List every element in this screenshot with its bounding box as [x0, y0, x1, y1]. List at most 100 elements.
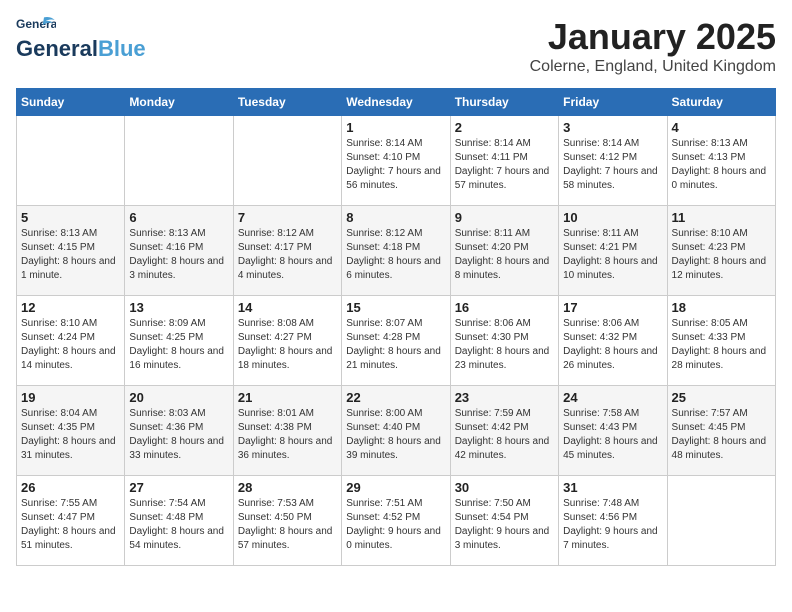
day-number: 4	[672, 120, 771, 135]
day-number: 27	[129, 480, 228, 495]
calendar-cell: 6Sunrise: 8:13 AM Sunset: 4:16 PM Daylig…	[125, 206, 233, 296]
day-number: 16	[455, 300, 554, 315]
calendar-cell	[17, 116, 125, 206]
day-number: 18	[672, 300, 771, 315]
weekday-header: Sunday	[17, 89, 125, 116]
weekday-header: Thursday	[450, 89, 558, 116]
logo: General General Blue	[16, 16, 146, 62]
day-info: Sunrise: 8:09 AM Sunset: 4:25 PM Dayligh…	[129, 317, 228, 373]
day-info: Sunrise: 8:10 AM Sunset: 4:23 PM Dayligh…	[672, 227, 771, 283]
day-number: 14	[238, 300, 337, 315]
calendar-cell: 24 Sunrise: 7:58 AM Sunset: 4:43 PM Dayli…	[559, 386, 667, 476]
day-info: Sunrise: 8:14 AM Sunset: 4:11 PM Dayligh…	[455, 137, 554, 193]
day-info: Sunrise: 8:06 AM Sunset: 4:32 PM Dayligh…	[563, 317, 662, 373]
day-number: 17	[563, 300, 662, 315]
calendar-cell: 26 Sunrise: 7:55 AM Sunset: 4:47 PM Dayli…	[17, 476, 125, 566]
title-block: January 2025 Colerne, England, United Ki…	[530, 16, 776, 76]
calendar-cell: 16 Sunrise: 8:06 AM Sunset: 4:30 PM Dayli…	[450, 296, 558, 386]
day-info: Sunrise: 7:55 AM Sunset: 4:47 PM Dayligh…	[21, 497, 120, 553]
day-info: Sunrise: 7:53 AM Sunset: 4:50 PM Dayligh…	[238, 497, 337, 553]
day-info: Sunrise: 7:57 AM Sunset: 4:45 PM Dayligh…	[672, 407, 771, 463]
day-number: 1	[346, 120, 445, 135]
calendar-table: SundayMondayTuesdayWednesdayThursdayFrid…	[16, 88, 776, 566]
day-info: Sunrise: 8:03 AM Sunset: 4:36 PM Dayligh…	[129, 407, 228, 463]
day-info: Sunrise: 7:59 AM Sunset: 4:42 PM Dayligh…	[455, 407, 554, 463]
weekday-header: Monday	[125, 89, 233, 116]
day-number: 8	[346, 210, 445, 225]
day-info: Sunrise: 8:04 AM Sunset: 4:35 PM Dayligh…	[21, 407, 120, 463]
day-number: 13	[129, 300, 228, 315]
day-number: 7	[238, 210, 337, 225]
calendar-cell: 12Sunrise: 8:10 AM Sunset: 4:24 PM Dayli…	[17, 296, 125, 386]
day-number: 25	[672, 390, 771, 405]
day-number: 24	[563, 390, 662, 405]
calendar-cell: 22 Sunrise: 8:00 AM Sunset: 4:40 PM Dayli…	[342, 386, 450, 476]
day-info: Sunrise: 8:10 AM Sunset: 4:24 PM Dayligh…	[21, 317, 120, 373]
logo-general: General	[16, 36, 98, 62]
day-info: Sunrise: 8:06 AM Sunset: 4:30 PM Dayligh…	[455, 317, 554, 373]
day-number: 26	[21, 480, 120, 495]
day-number: 23	[455, 390, 554, 405]
calendar-cell: 5Sunrise: 8:13 AM Sunset: 4:15 PM Daylig…	[17, 206, 125, 296]
calendar-cell: 10 Sunrise: 8:11 AM Sunset: 4:21 PM Dayli…	[559, 206, 667, 296]
calendar-cell: 3Sunrise: 8:14 AM Sunset: 4:12 PM Daylig…	[559, 116, 667, 206]
calendar-cell: 15 Sunrise: 8:07 AM Sunset: 4:28 PM Dayli…	[342, 296, 450, 386]
calendar-cell: 14 Sunrise: 8:08 AM Sunset: 4:27 PM Dayli…	[233, 296, 341, 386]
day-info: Sunrise: 7:51 AM Sunset: 4:52 PM Dayligh…	[346, 497, 445, 553]
day-info: Sunrise: 8:05 AM Sunset: 4:33 PM Dayligh…	[672, 317, 771, 373]
month-title: January 2025	[530, 16, 776, 58]
day-number: 15	[346, 300, 445, 315]
day-info: Sunrise: 8:12 AM Sunset: 4:17 PM Dayligh…	[238, 227, 337, 283]
calendar-cell: 23 Sunrise: 7:59 AM Sunset: 4:42 PM Dayli…	[450, 386, 558, 476]
day-number: 20	[129, 390, 228, 405]
day-number: 11	[672, 210, 771, 225]
calendar-cell: 20 Sunrise: 8:03 AM Sunset: 4:36 PM Dayli…	[125, 386, 233, 476]
day-info: Sunrise: 7:48 AM Sunset: 4:56 PM Dayligh…	[563, 497, 662, 553]
weekday-header: Saturday	[667, 89, 775, 116]
day-info: Sunrise: 7:54 AM Sunset: 4:48 PM Dayligh…	[129, 497, 228, 553]
day-number: 3	[563, 120, 662, 135]
calendar-cell: 28Sunrise: 7:53 AM Sunset: 4:50 PM Dayli…	[233, 476, 341, 566]
day-info: Sunrise: 8:14 AM Sunset: 4:10 PM Dayligh…	[346, 137, 445, 193]
calendar-cell: 1 Sunrise: 8:14 AM Sunset: 4:10 PM Daylig…	[342, 116, 450, 206]
weekday-header: Friday	[559, 89, 667, 116]
day-info: Sunrise: 8:07 AM Sunset: 4:28 PM Dayligh…	[346, 317, 445, 373]
calendar-cell: 11 Sunrise: 8:10 AM Sunset: 4:23 PM Dayli…	[667, 206, 775, 296]
day-number: 5	[21, 210, 120, 225]
calendar-cell: 8 Sunrise: 8:12 AM Sunset: 4:18 PM Daylig…	[342, 206, 450, 296]
day-number: 31	[563, 480, 662, 495]
day-info: Sunrise: 8:08 AM Sunset: 4:27 PM Dayligh…	[238, 317, 337, 373]
day-info: Sunrise: 8:11 AM Sunset: 4:20 PM Dayligh…	[455, 227, 554, 283]
calendar-cell: 13 Sunrise: 8:09 AM Sunset: 4:25 PM Dayli…	[125, 296, 233, 386]
day-number: 10	[563, 210, 662, 225]
calendar-cell: 9 Sunrise: 8:11 AM Sunset: 4:20 PM Daylig…	[450, 206, 558, 296]
calendar-cell	[125, 116, 233, 206]
day-number: 22	[346, 390, 445, 405]
day-info: Sunrise: 8:01 AM Sunset: 4:38 PM Dayligh…	[238, 407, 337, 463]
day-info: Sunrise: 8:13 AM Sunset: 4:13 PM Dayligh…	[672, 137, 771, 193]
day-number: 2	[455, 120, 554, 135]
calendar-cell: 17 Sunrise: 8:06 AM Sunset: 4:32 PM Dayli…	[559, 296, 667, 386]
calendar-cell: 2 Sunrise: 8:14 AM Sunset: 4:11 PM Daylig…	[450, 116, 558, 206]
calendar-cell: 4 Sunrise: 8:13 AM Sunset: 4:13 PM Daylig…	[667, 116, 775, 206]
calendar-cell: 18 Sunrise: 8:05 AM Sunset: 4:33 PM Dayli…	[667, 296, 775, 386]
day-number: 21	[238, 390, 337, 405]
calendar-cell: 25 Sunrise: 7:57 AM Sunset: 4:45 PM Dayli…	[667, 386, 775, 476]
day-info: Sunrise: 8:13 AM Sunset: 4:16 PM Dayligh…	[129, 227, 228, 283]
day-info: Sunrise: 7:58 AM Sunset: 4:43 PM Dayligh…	[563, 407, 662, 463]
day-info: Sunrise: 7:50 AM Sunset: 4:54 PM Dayligh…	[455, 497, 554, 553]
day-info: Sunrise: 8:12 AM Sunset: 4:18 PM Dayligh…	[346, 227, 445, 283]
logo-blue: Blue	[98, 36, 146, 62]
weekday-header: Tuesday	[233, 89, 341, 116]
day-info: Sunrise: 8:00 AM Sunset: 4:40 PM Dayligh…	[346, 407, 445, 463]
day-info: Sunrise: 8:11 AM Sunset: 4:21 PM Dayligh…	[563, 227, 662, 283]
day-number: 19	[21, 390, 120, 405]
location: Colerne, England, United Kingdom	[530, 58, 776, 76]
calendar-cell	[233, 116, 341, 206]
day-number: 29	[346, 480, 445, 495]
calendar-cell: 29 Sunrise: 7:51 AM Sunset: 4:52 PM Dayli…	[342, 476, 450, 566]
calendar-cell	[667, 476, 775, 566]
weekday-header: Wednesday	[342, 89, 450, 116]
logo-icon: General	[16, 16, 56, 36]
day-number: 9	[455, 210, 554, 225]
